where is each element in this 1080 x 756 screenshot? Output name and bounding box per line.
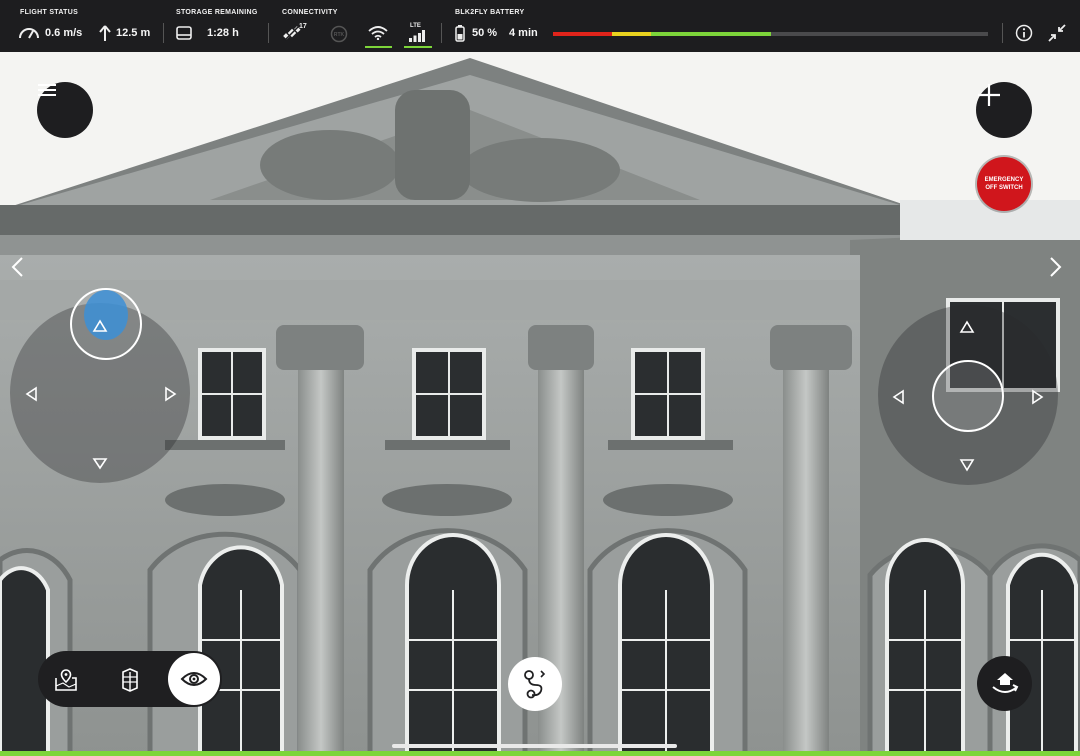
return-home-icon: [991, 672, 1018, 693]
battery-percent: 50 %: [472, 27, 498, 39]
wifi-icon: [368, 26, 388, 40]
return-home-button[interactable]: [977, 656, 1032, 711]
battery-level-bar: [553, 32, 988, 36]
lte-label: LTE: [410, 23, 421, 29]
altitude-value: 12.5 m: [116, 27, 151, 39]
joystick-right-arrow-icon: [1032, 389, 1044, 405]
joystick-up-arrow-icon: [92, 319, 108, 332]
add-button[interactable]: [976, 82, 1032, 138]
connectivity-label: CONNECTIVITY: [282, 9, 338, 16]
info-icon[interactable]: [1015, 24, 1033, 42]
satellite-count: 17: [299, 23, 307, 30]
battery-time: 4 min: [509, 27, 538, 39]
hamburger-menu-icon: [38, 84, 56, 96]
rtk-icon: RTK: [330, 25, 348, 43]
previous-arrow[interactable]: [2, 246, 32, 288]
view-mode-toolbar: [38, 651, 222, 707]
home-indicator-bar[interactable]: [392, 744, 677, 748]
left-joystick-thumb[interactable]: [70, 288, 142, 360]
emergency-off-switch[interactable]: EMERGENCY OFF SWITCH: [977, 157, 1031, 211]
flight-path-button[interactable]: [508, 657, 562, 711]
lte-signal-icon: [409, 30, 425, 42]
svg-text:RTK: RTK: [334, 32, 345, 38]
battery-segment-green: [650, 32, 771, 36]
speed-value: 0.6 m/s: [45, 27, 83, 39]
joystick-up-arrow-icon: [959, 320, 975, 333]
route-path-icon: [524, 670, 546, 699]
divider: [1002, 23, 1003, 43]
map-pin-icon: [55, 669, 77, 691]
altitude-arrow-icon: [99, 25, 111, 41]
map-view-button[interactable]: [38, 651, 94, 707]
divider: [268, 23, 269, 43]
camera-view-button[interactable]: [168, 653, 220, 705]
storage-drive-icon: [176, 26, 192, 40]
battery-segment-yellow: [611, 32, 651, 36]
battery-icon: [455, 25, 465, 42]
lte-active-indicator: [404, 46, 432, 48]
battery-label: BLK2FLY BATTERY: [455, 9, 525, 16]
joystick-left-arrow-icon: [892, 389, 904, 405]
plus-icon: [978, 84, 1000, 106]
joystick-down-arrow-icon: [959, 459, 975, 472]
joystick-down-arrow-icon: [92, 458, 108, 470]
chevron-left-icon: [11, 257, 23, 277]
joystick-right-arrow-icon: [165, 386, 177, 402]
flight-status-label: FLIGHT STATUS: [20, 9, 79, 16]
next-arrow[interactable]: [1041, 246, 1071, 288]
divider: [441, 23, 442, 43]
wifi-active-indicator: [365, 46, 392, 48]
menu-button[interactable]: [37, 82, 93, 138]
speedometer-icon: [19, 28, 39, 39]
building-scan-icon: [122, 668, 138, 692]
storage-value: 1:28 h: [207, 27, 239, 39]
joystick-left-arrow-icon: [25, 386, 37, 402]
scan-view-button[interactable]: [102, 651, 158, 707]
divider: [163, 23, 164, 43]
battery-segment-red: [553, 32, 612, 36]
emergency-label-line2: OFF SWITCH: [985, 185, 1023, 191]
emergency-label-line1: EMERGENCY: [984, 177, 1024, 183]
storage-label: STORAGE REMAINING: [176, 9, 258, 16]
status-bar: FLIGHT STATUS 0.6 m/s 12.5 m STORAGE REM…: [0, 0, 1080, 52]
right-joystick-thumb[interactable]: [932, 360, 1004, 432]
chevron-right-icon: [1050, 257, 1062, 277]
connection-status-strip: [0, 751, 1080, 756]
collapse-icon[interactable]: [1048, 24, 1066, 42]
eye-icon: [180, 672, 208, 686]
